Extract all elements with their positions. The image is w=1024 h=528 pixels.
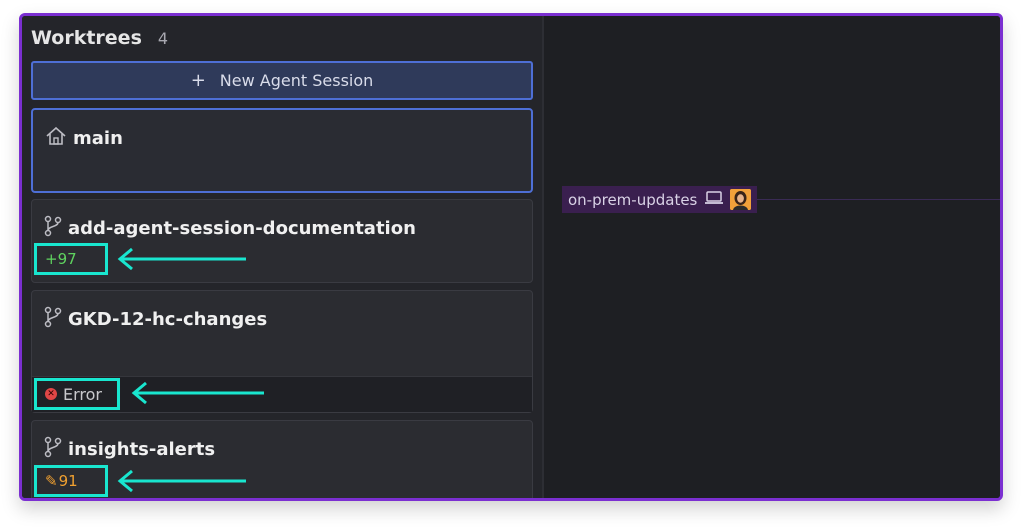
- git-branch-icon: [44, 306, 68, 333]
- git-branch-icon: [44, 215, 68, 242]
- error-icon: ✕: [45, 388, 57, 400]
- stat-value: 91: [58, 472, 78, 490]
- branch-line: [757, 199, 1000, 200]
- laptop-icon: [704, 190, 724, 210]
- branch-row: on-prem-updates: [562, 186, 1000, 213]
- home-icon: [45, 126, 73, 151]
- new-agent-session-button[interactable]: + New Agent Session: [31, 61, 533, 100]
- worktree-name: main: [73, 128, 123, 149]
- graph-panel: on-prem-updates: [546, 16, 1000, 498]
- branch-label[interactable]: on-prem-updates: [562, 186, 758, 213]
- annotation-arrow: [117, 247, 246, 271]
- lines-added-stat: +97: [34, 243, 108, 275]
- worktree-card-insights-alerts[interactable]: insights-alerts ✎ 91: [31, 420, 533, 498]
- avatar: [730, 189, 752, 210]
- worktree-card-gkd-12-hc-changes[interactable]: GKD-12-hc-changes ✕ Error: [31, 290, 533, 413]
- lines-modified-stat: ✎ 91: [34, 465, 108, 497]
- worktree-count: 4: [157, 28, 169, 48]
- pencil-icon: ✎: [45, 472, 58, 490]
- stat-value: +97: [45, 250, 77, 268]
- git-branch-icon: [44, 436, 68, 463]
- worktree-card-main[interactable]: main: [31, 108, 533, 193]
- worktree-name: insights-alerts: [68, 439, 216, 460]
- error-status: ✕ Error: [34, 378, 120, 410]
- worktree-name: add-agent-session-documentation: [68, 218, 416, 239]
- annotation-arrow: [131, 381, 264, 405]
- sidebar-title: Worktrees: [31, 27, 142, 49]
- new-session-label: New Agent Session: [219, 71, 374, 90]
- branch-name: on-prem-updates: [568, 190, 698, 209]
- worktree-card-add-agent-session-documentation[interactable]: add-agent-session-documentation +97: [31, 199, 533, 283]
- worktrees-sidebar: Worktrees 4 + New Agent Session main add…: [22, 16, 544, 498]
- status-text: Error: [63, 384, 102, 404]
- app-window: Worktrees 4 + New Agent Session main add…: [19, 13, 1003, 501]
- annotation-arrow: [117, 469, 246, 493]
- plus-icon: +: [190, 70, 206, 91]
- worktree-name: GKD-12-hc-changes: [68, 309, 268, 330]
- status-bar: ✕ Error: [32, 376, 532, 412]
- sidebar-header: Worktrees 4: [31, 24, 168, 52]
